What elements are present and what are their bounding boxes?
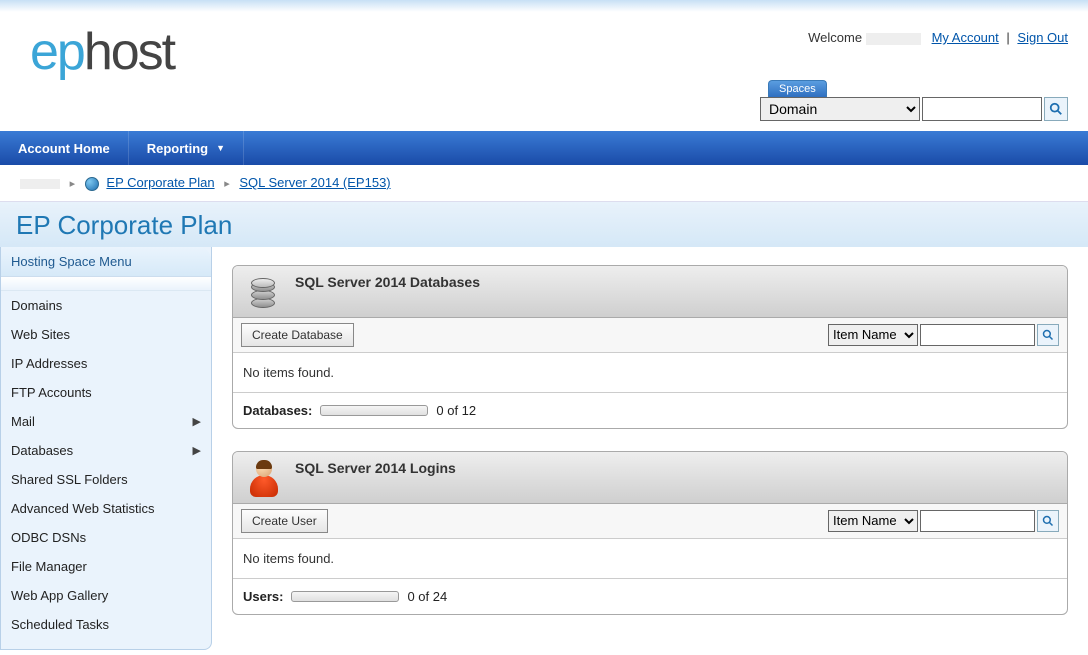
panel-logins: SQL Server 2014 Logins Create User Item … — [232, 451, 1068, 615]
panel-footer: Databases: 0 of 12 — [233, 393, 1067, 428]
quota-label: Databases: — [243, 403, 312, 418]
panel-header: SQL Server 2014 Databases — [233, 266, 1067, 318]
sidebar-item-ipaddresses[interactable]: IP Addresses — [1, 349, 211, 378]
sidebar: Hosting Space Menu Domains Web Sites IP … — [0, 247, 212, 650]
breadcrumbs: ▸ EP Corporate Plan ▸ SQL Server 2014 (E… — [0, 165, 1088, 202]
top-nav: Account Home Reporting ▼ — [0, 131, 1088, 165]
sidebar-item-filemanager[interactable]: File Manager — [1, 552, 211, 581]
sidebar-item-label: FTP Accounts — [11, 385, 92, 400]
sidebar-item-domains[interactable]: Domains — [1, 291, 211, 320]
quota-text: 0 of 24 — [407, 589, 447, 604]
panel-search: Item Name — [828, 510, 1059, 532]
chevron-down-icon: ▼ — [216, 143, 225, 153]
header: ephost Welcome My Account | Sign Out Spa… — [0, 12, 1088, 131]
main: Hosting Space Menu Domains Web Sites IP … — [0, 247, 1088, 655]
filter-field-select[interactable]: Item Name — [828, 510, 918, 532]
sidebar-item-label: Shared SSL Folders — [11, 472, 128, 487]
spaces-tab[interactable]: Spaces — [768, 80, 827, 97]
search-icon — [1049, 102, 1063, 116]
panel-header: SQL Server 2014 Logins — [233, 452, 1067, 504]
top-gradient — [0, 0, 1088, 12]
nav-reporting[interactable]: Reporting ▼ — [129, 131, 244, 165]
search-icon — [1042, 515, 1054, 527]
search-scope-select[interactable]: Domain — [760, 97, 920, 121]
breadcrumb-sep: ▸ — [224, 178, 230, 190]
panel-search: Item Name — [828, 324, 1059, 346]
sidebar-item-webapp[interactable]: Web App Gallery — [1, 581, 211, 610]
sidebar-item-label: Web App Gallery — [11, 588, 108, 603]
quota-progress — [320, 405, 428, 416]
panel-footer: Users: 0 of 24 — [233, 579, 1067, 614]
search-icon — [1042, 329, 1054, 341]
username-redacted — [866, 33, 921, 45]
sidebar-item-label: Mail — [11, 414, 35, 429]
globe-icon — [85, 177, 99, 191]
breadcrumb-current[interactable]: SQL Server 2014 (EP153) — [239, 175, 390, 190]
global-search-button[interactable] — [1044, 97, 1068, 121]
sidebar-item-databases[interactable]: Databases ▶ — [1, 436, 211, 465]
filter-field-select[interactable]: Item Name — [828, 324, 918, 346]
breadcrumb-sep: ▸ — [70, 178, 76, 190]
sidebar-header: Hosting Space Menu — [1, 247, 211, 277]
sidebar-item-label: Scheduled Tasks — [11, 617, 109, 632]
panel-databases: SQL Server 2014 Databases Create Databas… — [232, 265, 1068, 429]
sidebar-subhead — [1, 277, 211, 291]
sidebar-item-label: File Manager — [11, 559, 87, 574]
sidebar-item-scheduled[interactable]: Scheduled Tasks — [1, 610, 211, 639]
sidebar-item-label: Web Sites — [11, 327, 70, 342]
sidebar-item-ssl[interactable]: Shared SSL Folders — [1, 465, 211, 494]
sidebar-item-label: Advanced Web Statistics — [11, 501, 155, 516]
quota-progress — [291, 591, 399, 602]
sidebar-item-odbc[interactable]: ODBC DSNs — [1, 523, 211, 552]
panel-body: No items found. — [233, 353, 1067, 393]
sidebar-item-label: Databases — [11, 443, 73, 458]
logo: ephost — [30, 22, 174, 82]
global-search-input[interactable] — [922, 97, 1042, 121]
filter-input[interactable] — [920, 324, 1035, 346]
separator: | — [1006, 30, 1009, 45]
sign-out-link[interactable]: Sign Out — [1017, 30, 1068, 45]
header-right: Welcome My Account | Sign Out Spaces Dom… — [760, 12, 1068, 121]
panel-body: No items found. — [233, 539, 1067, 579]
sidebar-item-label: ODBC DSNs — [11, 530, 86, 545]
create-user-button[interactable]: Create User — [241, 509, 328, 533]
nav-account-home[interactable]: Account Home — [0, 131, 129, 165]
nav-label: Reporting — [147, 141, 208, 156]
chevron-right-icon: ▶ — [193, 444, 201, 457]
content: SQL Server 2014 Databases Create Databas… — [212, 247, 1088, 655]
nav-label: Account Home — [18, 141, 110, 156]
sidebar-item-stats[interactable]: Advanced Web Statistics — [1, 494, 211, 523]
filter-search-button[interactable] — [1037, 324, 1059, 346]
create-database-button[interactable]: Create Database — [241, 323, 354, 347]
my-account-link[interactable]: My Account — [932, 30, 999, 45]
panel-toolbar: Create User Item Name — [233, 504, 1067, 539]
quota-text: 0 of 12 — [436, 403, 476, 418]
database-icon — [243, 272, 285, 314]
breadcrumb-root-redacted — [20, 179, 60, 189]
quota-label: Users: — [243, 589, 283, 604]
sidebar-item-websites[interactable]: Web Sites — [1, 320, 211, 349]
filter-input[interactable] — [920, 510, 1035, 532]
panel-title: SQL Server 2014 Logins — [295, 458, 456, 476]
sidebar-item-label: IP Addresses — [11, 356, 87, 371]
user-icon — [243, 458, 285, 500]
chevron-right-icon: ▶ — [193, 415, 201, 428]
sidebar-item-ftp[interactable]: FTP Accounts — [1, 378, 211, 407]
filter-search-button[interactable] — [1037, 510, 1059, 532]
page-title-area: EP Corporate Plan — [0, 202, 1088, 247]
welcome-line: Welcome My Account | Sign Out — [760, 30, 1068, 45]
welcome-text: Welcome — [808, 30, 862, 45]
global-search: Spaces Domain — [760, 80, 1068, 121]
page-title: EP Corporate Plan — [16, 210, 1072, 241]
sidebar-item-mail[interactable]: Mail ▶ — [1, 407, 211, 436]
breadcrumb-plan[interactable]: EP Corporate Plan — [106, 175, 214, 190]
panel-toolbar: Create Database Item Name — [233, 318, 1067, 353]
sidebar-item-label: Domains — [11, 298, 62, 313]
panel-title: SQL Server 2014 Databases — [295, 272, 480, 290]
